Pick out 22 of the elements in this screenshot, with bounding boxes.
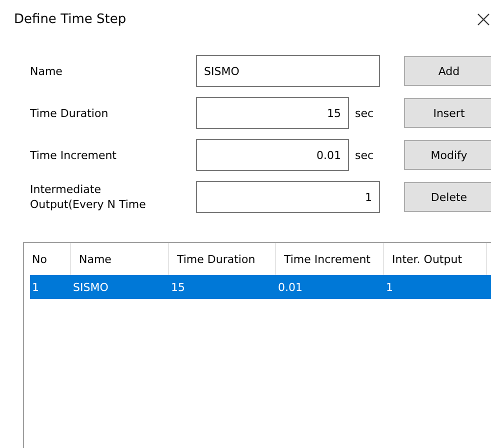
unit-label: sec	[355, 148, 374, 162]
table-cell-text: SISMO	[72, 280, 110, 294]
table-cell-text: 1	[385, 280, 394, 294]
unit-label: sec	[355, 106, 374, 120]
table-cell-text: 0.01	[277, 280, 304, 294]
table-row[interactable]: 1 SISMO 15 0.01 1	[30, 275, 491, 299]
table-cell-text: 1	[31, 280, 40, 294]
action-button[interactable]: Insert	[404, 98, 491, 128]
field-label: Intermediate Output(Every N Time	[30, 182, 147, 212]
input-field[interactable]: 1	[196, 181, 380, 213]
action-button[interactable]: Delete	[404, 182, 491, 212]
field-label: Name	[30, 64, 64, 78]
field-label: Time Increment	[30, 148, 118, 162]
input-field[interactable]: 15	[196, 97, 349, 129]
input-field[interactable]: SISMO	[196, 55, 380, 87]
action-button[interactable]: Add	[404, 56, 491, 86]
input-field[interactable]: 0.01	[196, 139, 349, 171]
table-cell-text: 15	[170, 280, 186, 294]
action-button[interactable]: Modify	[404, 140, 491, 170]
field-label: Time Duration	[30, 106, 110, 120]
close-icon[interactable]	[477, 12, 490, 26]
window-title: Define Time Step	[14, 12, 126, 26]
